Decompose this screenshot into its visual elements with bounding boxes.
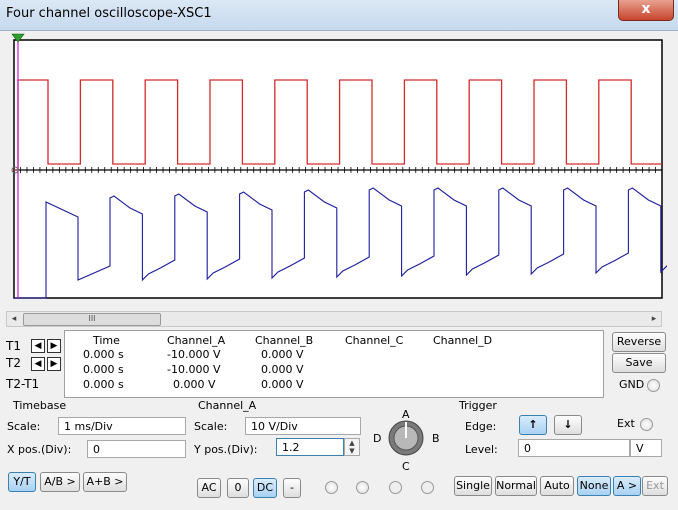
ypos-label: Y pos.(Div): <box>194 443 258 456</box>
ypos-field[interactable]: 1.2 <box>276 438 344 456</box>
col-header-channel-c: Channel_C <box>345 334 404 347</box>
channel-radio-4-icon[interactable] <box>421 481 434 494</box>
delta-time: 0.000 s <box>83 378 124 391</box>
channel-selector-knob-icon[interactable] <box>386 418 426 458</box>
channel-radio-3-icon[interactable] <box>389 481 402 494</box>
ext-trigger-radio-icon[interactable] <box>640 418 653 431</box>
close-button[interactable]: x <box>618 0 674 21</box>
readout-table: Time Channel_A Channel_B Channel_C Chann… <box>64 330 604 398</box>
t1-right-arrow-icon[interactable]: ▶ <box>47 339 61 353</box>
normal-trigger-button[interactable]: Normal <box>495 476 537 496</box>
channel-scale-field[interactable]: 10 V/Div <box>245 417 361 435</box>
reverse-button[interactable]: Reverse <box>612 332 666 352</box>
delta-channel-b: 0.000 V <box>261 378 304 391</box>
auto-trigger-button[interactable]: Auto <box>540 476 574 496</box>
gnd-terminal-icon[interactable] <box>647 379 660 392</box>
horizontal-scrollbar[interactable]: ◂ III ▸ <box>6 311 662 327</box>
yt-mode-button[interactable]: Y/T <box>8 472 36 492</box>
channel-scale-label: Scale: <box>194 420 228 433</box>
level-unit: V <box>630 439 662 457</box>
delta-channel-a: 0.000 V <box>173 378 216 391</box>
t1-time: 0.000 s <box>83 348 124 361</box>
knob-label-b: B <box>432 432 440 445</box>
aplusb-mode-button[interactable]: A+B > <box>83 472 127 492</box>
save-button[interactable]: Save <box>612 353 666 373</box>
knob-label-c: C <box>402 460 410 473</box>
edge-label: Edge: <box>465 420 497 433</box>
scroll-right-icon[interactable]: ▸ <box>647 312 661 326</box>
t1-left-arrow-icon[interactable]: ◀ <box>31 339 45 353</box>
scope-display <box>6 32 678 304</box>
col-header-channel-d: Channel_D <box>433 334 493 347</box>
timebase-scale-label: Scale: <box>7 420 41 433</box>
row-label-t2: T2 <box>6 356 21 370</box>
level-label: Level: <box>465 443 498 456</box>
trigger-source-ext-button[interactable]: Ext <box>642 476 668 496</box>
dc-coupling-button[interactable]: DC <box>253 478 277 498</box>
zero-coupling-button[interactable]: 0 <box>227 478 249 498</box>
row-label-t2-t1: T2-T1 <box>6 377 40 391</box>
t2-right-arrow-icon[interactable]: ▶ <box>47 357 61 371</box>
col-header-channel-a: Channel_A <box>167 334 226 347</box>
channel-title: Channel_A <box>198 399 257 412</box>
channel-radio-1-icon[interactable] <box>325 481 338 494</box>
timebase-scale-field[interactable]: 1 ms/Div <box>58 417 186 435</box>
row-label-t1: T1 <box>6 339 21 353</box>
level-field[interactable]: 0 <box>518 439 630 457</box>
scroll-left-icon[interactable]: ◂ <box>7 312 21 326</box>
single-trigger-button[interactable]: Single <box>454 476 492 496</box>
t2-channel-a: -10.000 V <box>167 363 221 376</box>
gnd-label: GND <box>619 378 645 391</box>
t1-channel-b: 0.000 V <box>261 348 304 361</box>
scrollbar-thumb[interactable]: III <box>23 313 161 326</box>
rising-edge-icon[interactable]: ↑ <box>519 415 547 435</box>
t1-channel-a: -10.000 V <box>167 348 221 361</box>
t2-channel-b: 0.000 V <box>261 363 304 376</box>
ac-coupling-button[interactable]: AC <box>197 478 221 498</box>
col-header-channel-b: Channel_B <box>255 334 314 347</box>
t2-time: 0.000 s <box>83 363 124 376</box>
ab-mode-button[interactable]: A/B > <box>40 472 80 492</box>
trigger-source-a-button[interactable]: A > <box>613 476 641 496</box>
window-title: Four channel oscilloscope-XSC1 <box>6 6 212 21</box>
col-header-time: Time <box>93 334 120 347</box>
t2-left-arrow-icon[interactable]: ◀ <box>31 357 45 371</box>
xpos-label: X pos.(Div): <box>7 443 72 456</box>
ypos-spinner-icon[interactable]: ▲ ▼ <box>344 438 360 456</box>
waveform-canvas <box>11 33 678 299</box>
knob-label-d: D <box>373 432 382 445</box>
none-trigger-button[interactable]: None <box>577 476 611 496</box>
trigger-title: Trigger <box>459 399 497 412</box>
ext-label: Ext <box>617 417 635 430</box>
xpos-field[interactable]: 0 <box>87 440 186 458</box>
timebase-title: Timebase <box>13 399 67 412</box>
invert-button[interactable]: - <box>283 478 301 498</box>
channel-radio-2-icon[interactable] <box>356 481 369 494</box>
falling-edge-icon[interactable]: ↓ <box>554 415 582 435</box>
